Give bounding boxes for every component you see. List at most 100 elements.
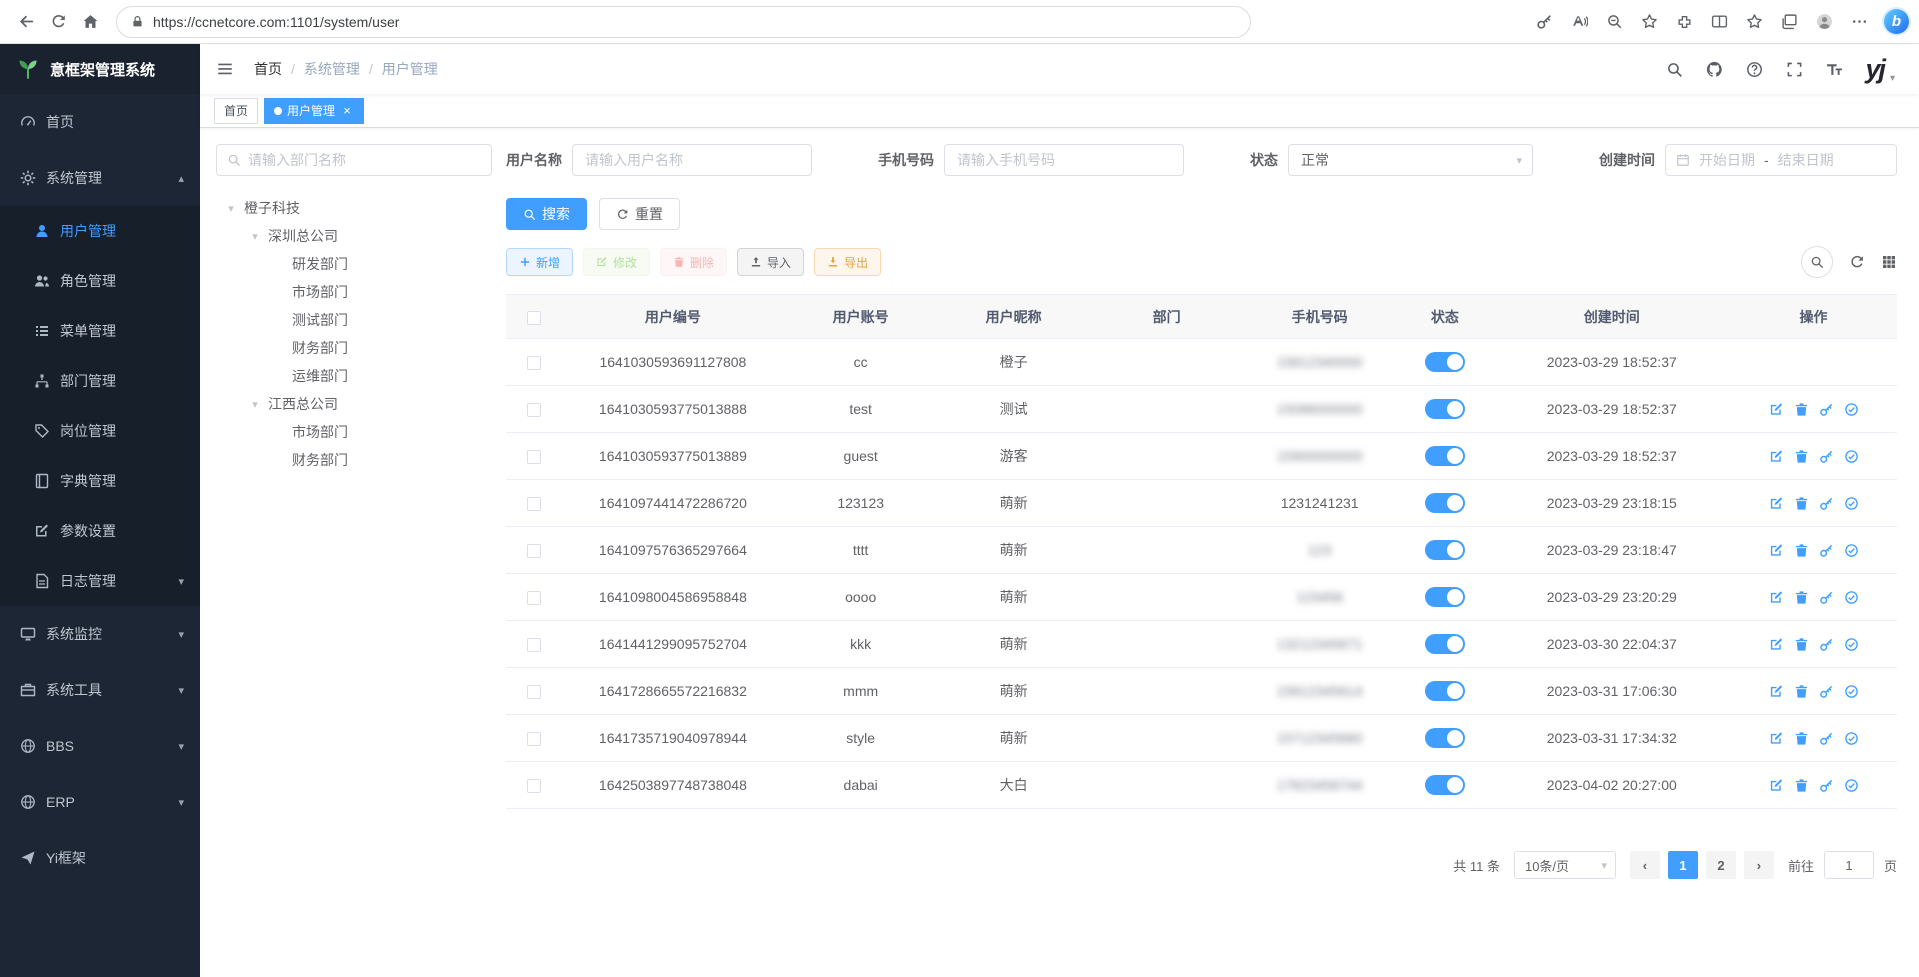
user-logo[interactable]: yj [1865, 56, 1884, 83]
tree-node[interactable]: ▾研发部门 [216, 250, 492, 278]
status-toggle[interactable] [1425, 399, 1465, 419]
reset-password-icon[interactable] [1819, 590, 1834, 605]
close-tab-icon[interactable]: × [340, 104, 354, 118]
help-icon[interactable] [1735, 44, 1773, 94]
status-toggle[interactable] [1425, 587, 1465, 607]
tab[interactable]: 首页 [214, 98, 258, 124]
tree-node[interactable]: ▾运维部门 [216, 362, 492, 390]
reset-password-icon[interactable] [1819, 731, 1834, 746]
row-checkbox[interactable] [527, 403, 541, 417]
table-row[interactable]: 1641030593775013889guest游客15900000000202… [506, 433, 1897, 480]
row-checkbox[interactable] [527, 591, 541, 605]
edit-icon[interactable] [1769, 684, 1784, 699]
row-checkbox[interactable] [527, 544, 541, 558]
delete-icon[interactable] [1794, 402, 1809, 417]
edit-icon[interactable] [1769, 543, 1784, 558]
date-range-picker[interactable]: 开始日期 - 结束日期 [1665, 144, 1897, 176]
collapse-sidebar-icon[interactable] [200, 44, 250, 94]
end-date[interactable]: 结束日期 [1778, 150, 1834, 170]
favorite-star-icon[interactable] [1633, 6, 1665, 38]
tree-node[interactable]: ▾测试部门 [216, 306, 492, 334]
table-row[interactable]: 1642503897748738048dabai大白17823456744202… [506, 762, 1897, 809]
tree-node[interactable]: ▾橙子科技 [216, 194, 492, 222]
font-size-icon[interactable] [1815, 44, 1853, 94]
page-button[interactable]: 2 [1706, 851, 1736, 879]
columns-setting-button[interactable] [1881, 254, 1897, 270]
edit-icon[interactable] [1769, 637, 1784, 652]
prev-page-button[interactable]: ‹ [1630, 851, 1660, 879]
status-toggle[interactable] [1425, 352, 1465, 372]
sidebar-item[interactable]: 首页 [0, 94, 200, 150]
status-toggle[interactable] [1425, 493, 1465, 513]
sidebar-item[interactable]: BBS▾ [0, 718, 200, 774]
edit-icon[interactable] [1769, 590, 1784, 605]
export-button[interactable]: 导出 [814, 248, 881, 276]
delete-icon[interactable] [1794, 590, 1809, 605]
goto-page-input[interactable] [1824, 851, 1874, 879]
sidebar-item[interactable]: 系统管理▴ [0, 150, 200, 206]
tree-node[interactable]: ▾江西总公司 [216, 390, 492, 418]
table-row[interactable]: 1641097441472286720123123萌新1231241231202… [506, 480, 1897, 527]
delete-button[interactable]: 删除 [660, 248, 727, 276]
breadcrumb-item[interactable]: 系统管理 [304, 59, 360, 79]
reset-password-icon[interactable] [1819, 684, 1834, 699]
status-toggle[interactable] [1425, 728, 1465, 748]
sidebar-item[interactable]: Yi框架 [0, 830, 200, 886]
tab[interactable]: 用户管理× [264, 98, 364, 124]
edit-icon[interactable] [1769, 496, 1784, 511]
reset-button[interactable]: 重置 [599, 198, 680, 230]
assign-role-icon[interactable] [1844, 637, 1859, 652]
page-button[interactable]: 1 [1668, 851, 1698, 879]
status-toggle[interactable] [1425, 446, 1465, 466]
zoom-icon[interactable] [1598, 6, 1630, 38]
table-row[interactable]: 1641098004586958848oooo萌新1234562023-03-2… [506, 574, 1897, 621]
assign-role-icon[interactable] [1844, 496, 1859, 511]
start-date[interactable]: 开始日期 [1699, 150, 1755, 170]
table-row[interactable]: 1641030593691127808cc橙子158123400002023-0… [506, 339, 1897, 386]
assign-role-icon[interactable] [1844, 778, 1859, 793]
tree-node[interactable]: ▾深圳总公司 [216, 222, 492, 250]
sidebar-item[interactable]: 系统工具▾ [0, 662, 200, 718]
tree-node[interactable]: ▾财务部门 [216, 446, 492, 474]
edit-icon[interactable] [1769, 449, 1784, 464]
assign-role-icon[interactable] [1844, 684, 1859, 699]
reset-password-icon[interactable] [1819, 496, 1834, 511]
delete-icon[interactable] [1794, 637, 1809, 652]
refresh-table-button[interactable] [1849, 254, 1865, 270]
delete-icon[interactable] [1794, 731, 1809, 746]
add-button[interactable]: 新增 [506, 248, 573, 276]
assign-role-icon[interactable] [1844, 402, 1859, 417]
row-checkbox[interactable] [527, 732, 541, 746]
delete-icon[interactable] [1794, 543, 1809, 558]
sidebar-item[interactable]: 部门管理 [0, 356, 200, 406]
sidebar-item[interactable]: 参数设置 [0, 506, 200, 556]
breadcrumb-item[interactable]: 首页 [254, 59, 282, 79]
reset-password-icon[interactable] [1819, 637, 1834, 652]
assign-role-icon[interactable] [1844, 590, 1859, 605]
sidebar-item[interactable]: 岗位管理 [0, 406, 200, 456]
sidebar-item[interactable]: 用户管理 [0, 206, 200, 256]
table-row[interactable]: 1641728665572216832mmm萌新158123456142023-… [506, 668, 1897, 715]
caret-down-icon[interactable]: ▾ [246, 398, 264, 411]
search-icon[interactable] [1655, 44, 1693, 94]
favorites-bar-icon[interactable] [1738, 6, 1770, 38]
back-icon[interactable] [10, 6, 42, 38]
caret-down-icon[interactable]: ▾ [222, 202, 240, 215]
dept-search-input[interactable] [248, 152, 481, 168]
fullscreen-icon[interactable] [1775, 44, 1813, 94]
password-key-icon[interactable] [1528, 6, 1560, 38]
more-options-icon[interactable] [1843, 6, 1875, 38]
edit-icon[interactable] [1769, 731, 1784, 746]
address-bar[interactable]: https://ccnetcore.com:1101/system/user [116, 6, 1251, 38]
collections-icon[interactable] [1773, 6, 1805, 38]
extensions-icon[interactable] [1668, 6, 1700, 38]
toggle-search-button[interactable] [1801, 246, 1833, 278]
bing-icon[interactable]: b [1884, 9, 1909, 34]
username-input[interactable] [572, 144, 812, 176]
reload-icon[interactable] [42, 6, 74, 38]
row-checkbox[interactable] [527, 685, 541, 699]
search-button[interactable]: 搜索 [506, 198, 587, 230]
breadcrumb-item[interactable]: 用户管理 [382, 59, 438, 79]
edit-icon[interactable] [1769, 402, 1784, 417]
import-button[interactable]: 导入 [737, 248, 804, 276]
